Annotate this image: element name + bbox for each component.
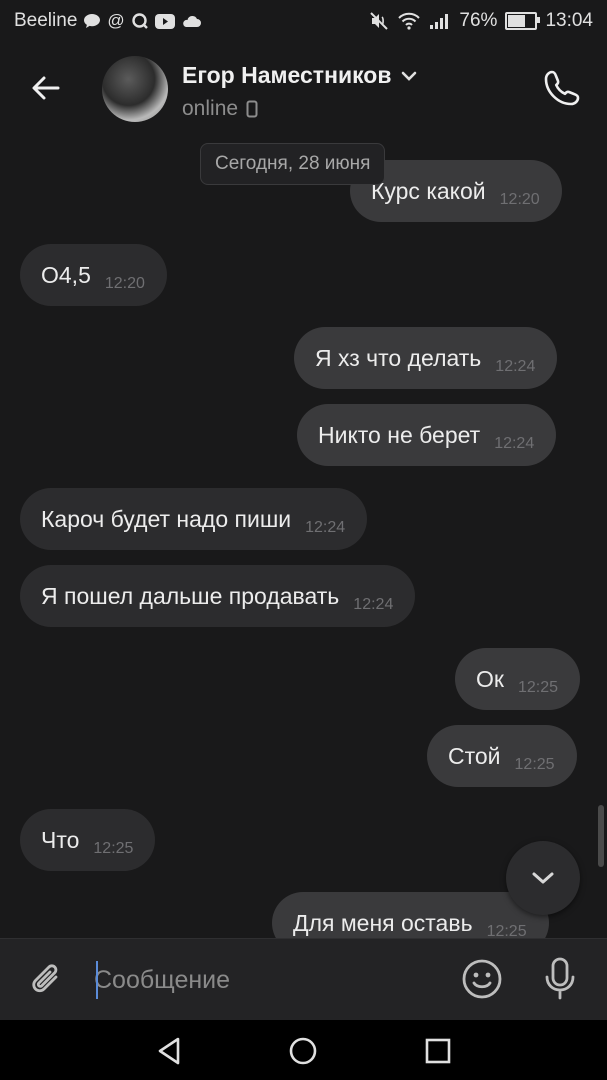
message-text: Ок (476, 665, 504, 692)
message-time: 12:25 (514, 756, 555, 773)
wifi-icon (398, 12, 421, 30)
nav-back-icon[interactable] (152, 1034, 186, 1068)
status-right: 76% 13:04 (369, 10, 593, 32)
message-text: Что (41, 826, 80, 853)
contact-status-row: online (182, 97, 258, 121)
message-bubble-outgoing[interactable]: Для меня оставь 12:25 (272, 892, 549, 938)
message-bubble-outgoing[interactable]: Стой 12:25 (427, 725, 577, 787)
message-icon (84, 14, 101, 28)
battery-fill (508, 15, 526, 27)
message-bubble-outgoing[interactable]: Ок 12:25 (455, 648, 580, 710)
clock: 13:04 (545, 10, 593, 31)
chevron-down-icon[interactable] (400, 70, 418, 82)
message-time: 12:24 (305, 519, 346, 536)
message-time: 12:25 (517, 679, 558, 696)
message-bubble-outgoing[interactable]: Никто не берет 12:24 (297, 404, 557, 466)
message-time: 12:25 (486, 923, 527, 938)
message-text: Я хз что делать (315, 344, 482, 371)
avatar[interactable] (102, 56, 168, 122)
battery-icon (505, 12, 541, 30)
message-bubble-incoming[interactable]: Кароч будет надо пиши 12:24 (20, 488, 368, 550)
q-icon (131, 13, 148, 29)
paperclip-icon[interactable] (26, 959, 68, 1001)
message-time: 12:25 (93, 840, 134, 857)
signal-icon (430, 14, 449, 29)
scroll-down-button[interactable] (506, 841, 580, 915)
cloud-icon (182, 15, 201, 27)
message-time: 12:20 (499, 191, 540, 208)
message-text: Курс какой (371, 177, 486, 204)
message-text: О4,5 (41, 261, 91, 288)
message-bubble-outgoing[interactable]: Я хз что делать 12:24 (294, 327, 558, 389)
message-list[interactable]: Курс какой 12:20 О4,5 12:20 Я хз что дел… (0, 138, 607, 938)
message-text: Я пошел дальше продавать (41, 582, 340, 609)
status-left: Beeline @ (14, 10, 201, 32)
carrier-label: Beeline (14, 10, 78, 31)
message-input[interactable]: Сообщение (94, 959, 434, 1001)
mute-icon (370, 12, 389, 30)
scrollbar[interactable] (598, 805, 604, 867)
message-time: 12:24 (495, 358, 536, 375)
phone-device-icon (246, 100, 258, 118)
at-icon: @ (107, 11, 125, 30)
contact-status: online (182, 97, 239, 120)
nav-recents-icon[interactable] (421, 1034, 455, 1068)
message-text: Для меня оставь (293, 909, 473, 936)
message-bubble-incoming[interactable]: О4,5 12:20 (20, 244, 167, 306)
system-nav-bar (0, 1020, 607, 1080)
contact-name[interactable]: Егор Наместников (182, 62, 392, 89)
contact-name-row[interactable]: Егор Наместников (182, 62, 418, 89)
nav-home-icon[interactable] (286, 1034, 320, 1068)
message-text: Никто не берет (318, 421, 481, 448)
message-text: Кароч будет надо пиши (41, 505, 292, 532)
back-arrow-icon[interactable] (26, 68, 66, 108)
microphone-icon[interactable] (540, 955, 580, 1003)
message-time: 12:24 (353, 596, 394, 613)
youtube-icon (154, 13, 175, 29)
call-icon[interactable] (540, 66, 584, 110)
chevron-down-icon (532, 872, 554, 884)
text-caret (96, 961, 98, 999)
message-composer: Сообщение (0, 938, 607, 1021)
message-time: 12:24 (494, 435, 535, 452)
message-time: 12:20 (104, 275, 145, 292)
emoji-icon[interactable] (460, 957, 504, 1001)
date-separator: Сегодня, 28 июня (200, 143, 386, 185)
message-bubble-incoming[interactable]: Что 12:25 (20, 809, 156, 871)
battery-percent: 76% (459, 10, 498, 31)
message-bubble-incoming[interactable]: Я пошел дальше продавать 12:24 (20, 565, 416, 627)
status-bar: Beeline @ 76% 13:04 (0, 0, 607, 42)
message-text: Стой (448, 742, 501, 769)
chat-header: Егор Наместников online (0, 42, 607, 138)
